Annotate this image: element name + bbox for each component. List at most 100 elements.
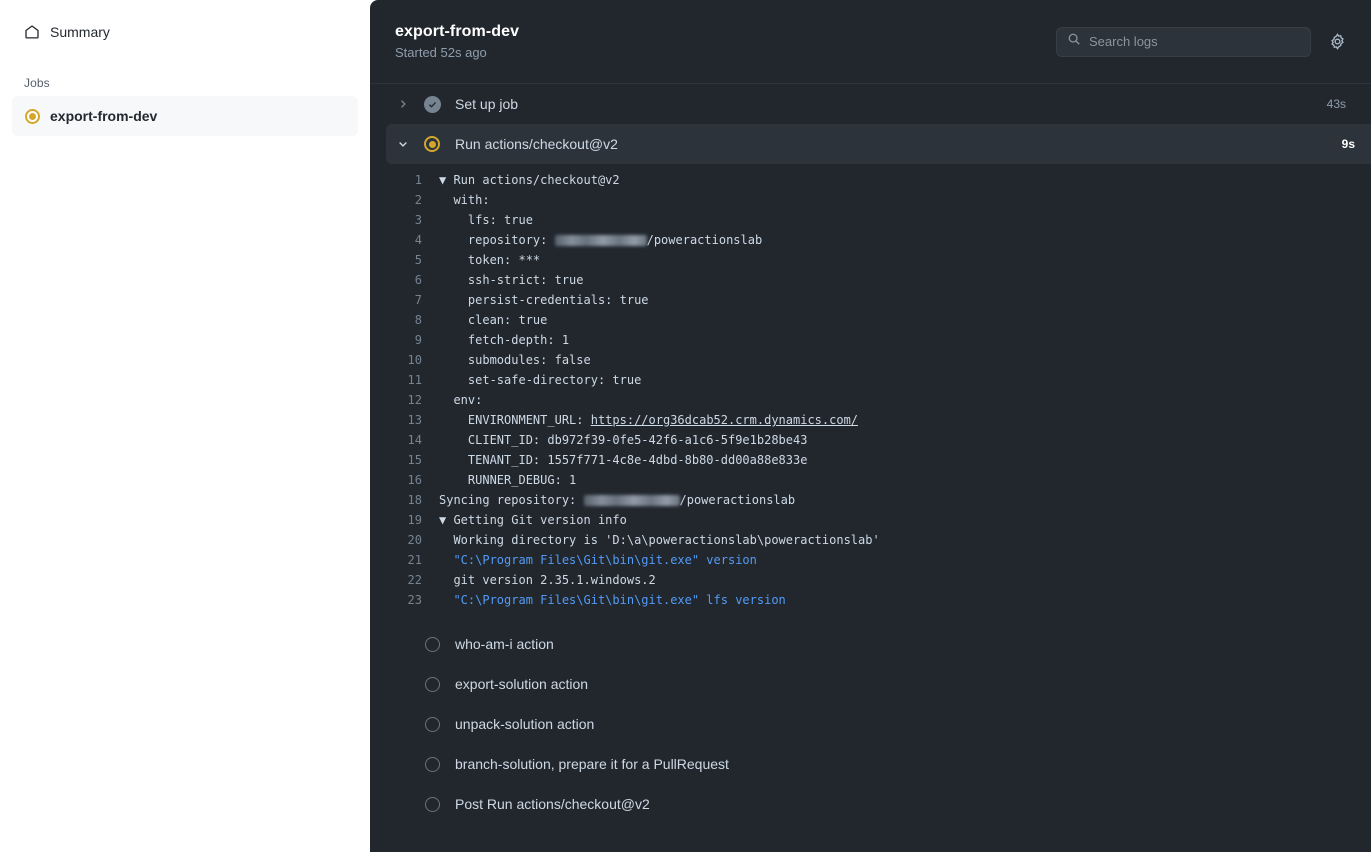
log-line: 4 repository: /poweractionslab bbox=[370, 230, 1371, 250]
step-duration: 9s bbox=[1342, 137, 1355, 151]
step-label: Set up job bbox=[455, 96, 1327, 112]
log-line-number: 5 bbox=[370, 250, 422, 270]
pending-steps-list: who-am-i action export-solution action unp… bbox=[370, 620, 1371, 824]
log-line-number: 14 bbox=[370, 430, 422, 450]
log-line: 15 TENANT_ID: 1557f771-4c8e-4dbd-8b80-dd… bbox=[370, 450, 1371, 470]
log-line: 9 fetch-depth: 1 bbox=[370, 330, 1371, 350]
log-line-number: 7 bbox=[370, 290, 422, 310]
circle-outline-icon bbox=[423, 677, 441, 692]
step-row-pending[interactable]: branch-solution, prepare it for a PullRe… bbox=[395, 744, 1371, 784]
log-line-number: 3 bbox=[370, 210, 422, 230]
step-label: Run actions/checkout@v2 bbox=[455, 136, 1342, 152]
log-line-content: TENANT_ID: 1557f771-4c8e-4dbd-8b80-dd00a… bbox=[439, 450, 807, 470]
log-line-content: persist-credentials: true bbox=[439, 290, 649, 310]
sidebar: Summary Jobs export-from-dev bbox=[0, 0, 370, 852]
log-line-content: clean: true bbox=[439, 310, 547, 330]
workflow-run-page: Summary Jobs export-from-dev export-from… bbox=[0, 0, 1371, 852]
log-line-content: lfs: true bbox=[439, 210, 533, 230]
log-line-content: Syncing repository: /poweractionslab bbox=[439, 490, 795, 510]
log-line-content: git version 2.35.1.windows.2 bbox=[439, 570, 656, 590]
panel-header-actions bbox=[1056, 27, 1347, 57]
step-label: export-solution action bbox=[455, 676, 1346, 692]
log-line-number: 8 bbox=[370, 310, 422, 330]
log-line-content: repository: /poweractionslab bbox=[439, 230, 762, 250]
log-line-content: CLIENT_ID: db972f39-0fe5-42f6-a1c6-5f9e1… bbox=[439, 430, 807, 450]
sidebar-item-summary[interactable]: Summary bbox=[12, 14, 358, 50]
log-line-content: with: bbox=[439, 190, 490, 210]
sidebar-item-summary-label: Summary bbox=[50, 24, 110, 40]
step-row-pending[interactable]: export-solution action bbox=[395, 664, 1371, 704]
log-line: 5 token: *** bbox=[370, 250, 1371, 270]
step-row-set-up-job[interactable]: Set up job 43s bbox=[395, 84, 1371, 124]
log-line: 7 persist-credentials: true bbox=[370, 290, 1371, 310]
log-line-number: 22 bbox=[370, 570, 422, 590]
log-line-number: 11 bbox=[370, 370, 422, 390]
log-link[interactable]: https://org36dcab52.crm.dynamics.com/ bbox=[591, 413, 858, 427]
log-line-content: ENVIRONMENT_URL: https://org36dcab52.crm… bbox=[439, 410, 858, 430]
step-label: who-am-i action bbox=[455, 636, 1346, 652]
status-running-icon bbox=[423, 136, 441, 152]
log-line-number: 13 bbox=[370, 410, 422, 430]
log-line-number: 18 bbox=[370, 490, 422, 510]
step-label: unpack-solution action bbox=[455, 716, 1346, 732]
circle-outline-icon bbox=[423, 637, 441, 652]
log-line: 13 ENVIRONMENT_URL: https://org36dcab52.… bbox=[370, 410, 1371, 430]
sidebar-item-export-from-dev[interactable]: export-from-dev bbox=[12, 96, 358, 136]
log-line: 2 with: bbox=[370, 190, 1371, 210]
page-title: export-from-dev bbox=[395, 23, 519, 41]
log-line-number: 4 bbox=[370, 230, 422, 250]
step-label: branch-solution, prepare it for a PullRe… bbox=[455, 756, 1346, 772]
log-line: 18 Syncing repository: /poweractionslab bbox=[370, 490, 1371, 510]
log-line-number: 23 bbox=[370, 590, 422, 610]
log-line-content: Working directory is 'D:\a\poweractionsl… bbox=[439, 530, 880, 550]
log-output[interactable]: 1▼ Run actions/checkout@v22 with:3 lfs: … bbox=[370, 164, 1371, 620]
log-line: 22 git version 2.35.1.windows.2 bbox=[370, 570, 1371, 590]
log-line-content: ▼ Getting Git version info bbox=[439, 510, 627, 530]
log-line-number: 6 bbox=[370, 270, 422, 290]
log-line: 16 RUNNER_DEBUG: 1 bbox=[370, 470, 1371, 490]
log-line-number: 2 bbox=[370, 190, 422, 210]
log-panel: export-from-dev Started 52s ago bbox=[370, 0, 1371, 852]
search-logs-box[interactable] bbox=[1056, 27, 1311, 57]
chevron-right-icon[interactable] bbox=[395, 98, 411, 110]
log-line-number: 12 bbox=[370, 390, 422, 410]
log-line-content: RUNNER_DEBUG: 1 bbox=[439, 470, 576, 490]
step-row-pending[interactable]: Post Run actions/checkout@v2 bbox=[395, 784, 1371, 824]
run-started-text: Started 52s ago bbox=[395, 45, 519, 60]
log-line: 11 set-safe-directory: true bbox=[370, 370, 1371, 390]
log-line-content: fetch-depth: 1 bbox=[439, 330, 569, 350]
step-duration: 43s bbox=[1327, 97, 1346, 111]
sidebar-section-jobs-label: Jobs bbox=[12, 76, 358, 90]
home-icon bbox=[24, 24, 40, 40]
log-line-number: 20 bbox=[370, 530, 422, 550]
log-line: 8 clean: true bbox=[370, 310, 1371, 330]
log-line-content: ▼ Run actions/checkout@v2 bbox=[439, 170, 620, 190]
log-line: 3 lfs: true bbox=[370, 210, 1371, 230]
log-line-number: 9 bbox=[370, 330, 422, 350]
log-line: 23 "C:\Program Files\Git\bin\git.exe" lf… bbox=[370, 590, 1371, 610]
circle-outline-icon bbox=[423, 717, 441, 732]
log-line: 12 env: bbox=[370, 390, 1371, 410]
log-line: 10 submodules: false bbox=[370, 350, 1371, 370]
gear-icon[interactable] bbox=[1327, 32, 1347, 52]
log-line: 19▼ Getting Git version info bbox=[370, 510, 1371, 530]
log-line-number: 21 bbox=[370, 550, 422, 570]
step-row-pending[interactable]: who-am-i action bbox=[395, 624, 1371, 664]
redacted-owner-name bbox=[584, 495, 680, 506]
log-line-number: 16 bbox=[370, 470, 422, 490]
search-input[interactable] bbox=[1089, 34, 1300, 49]
log-line: 20 Working directory is 'D:\a\poweractio… bbox=[370, 530, 1371, 550]
step-row-run-actions-checkout[interactable]: Run actions/checkout@v2 9s bbox=[386, 124, 1371, 164]
chevron-down-icon[interactable] bbox=[395, 138, 411, 150]
log-line-content: "C:\Program Files\Git\bin\git.exe" versi… bbox=[439, 550, 757, 570]
step-row-pending[interactable]: unpack-solution action bbox=[395, 704, 1371, 744]
circle-outline-icon bbox=[423, 757, 441, 772]
redacted-owner-name bbox=[555, 235, 647, 246]
log-line-number: 1 bbox=[370, 170, 422, 190]
panel-header: export-from-dev Started 52s ago bbox=[370, 0, 1371, 84]
log-line-number: 10 bbox=[370, 350, 422, 370]
steps-list: Set up job 43s Run actions/checkout@v2 9… bbox=[370, 84, 1371, 824]
check-circle-icon bbox=[423, 96, 441, 113]
status-running-icon bbox=[24, 108, 40, 124]
log-line-content: env: bbox=[439, 390, 482, 410]
